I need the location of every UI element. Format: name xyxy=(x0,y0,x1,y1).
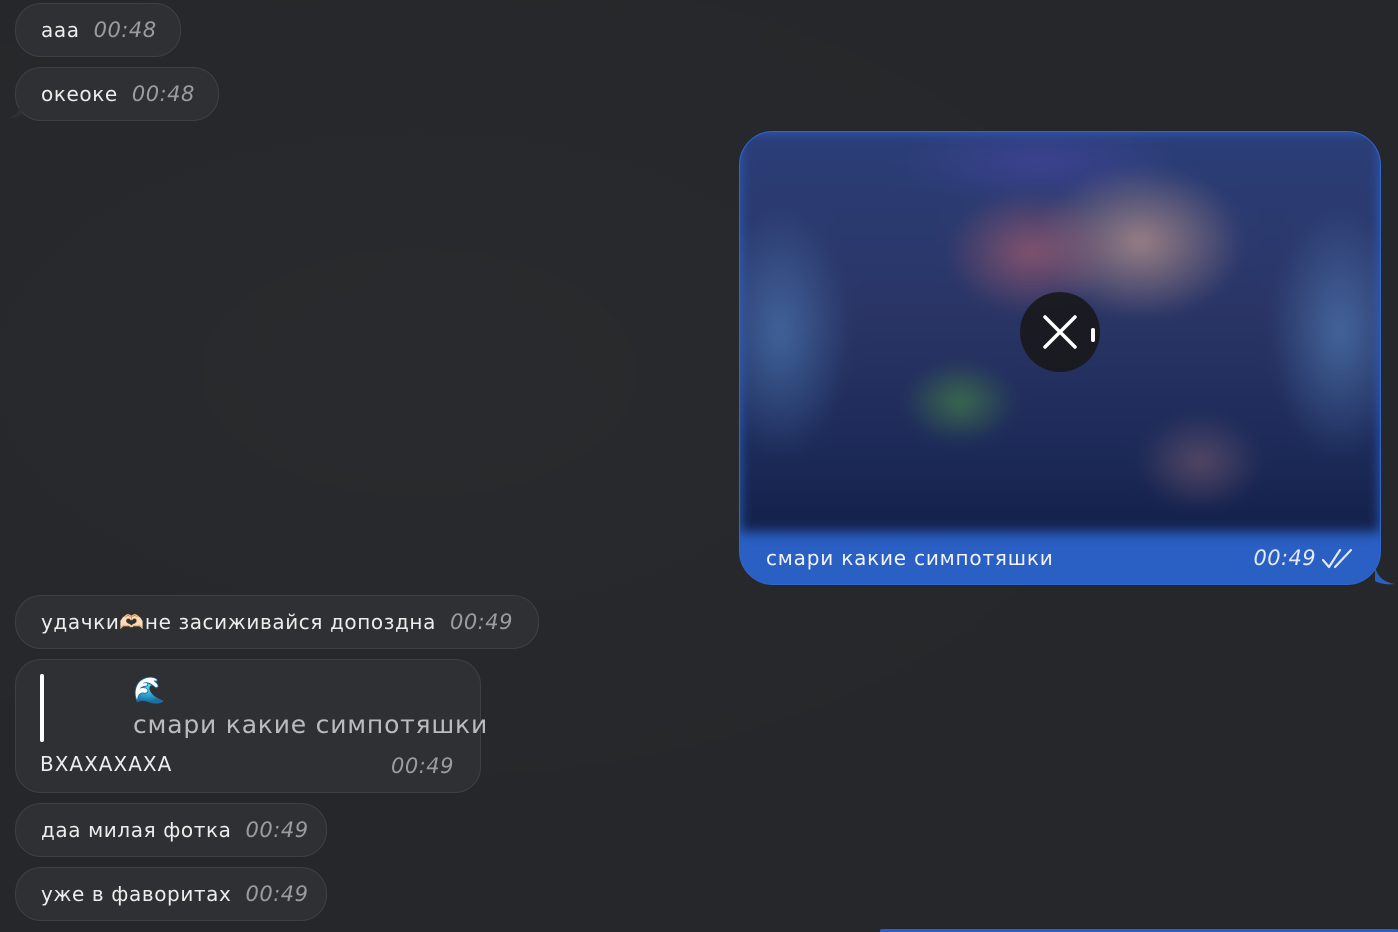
message-time: 00:49 xyxy=(449,610,513,634)
incoming-message[interactable]: ааа 00:48 xyxy=(15,3,181,57)
reply-quoted-text[interactable]: смари какие симпотяшки xyxy=(133,710,488,739)
incoming-message[interactable]: океоке 00:48 xyxy=(15,67,219,121)
close-icon xyxy=(1043,315,1077,349)
reply-quoted-emoji: 🌊 xyxy=(133,676,166,706)
cancel-download-button[interactable] xyxy=(1020,292,1100,372)
message-text: ааа xyxy=(41,18,80,42)
incoming-message[interactable]: даа милая фотка 00:49 xyxy=(15,803,327,857)
message-time: 00:48 xyxy=(93,18,157,42)
chat-history[interactable]: ааа 00:48 океоке 00:48 смари какие симпо… xyxy=(0,0,1398,932)
double-check-icon xyxy=(1322,548,1353,569)
message-text: удачки🫶🏻не засиживайся допоздна xyxy=(41,610,436,634)
photo-caption: смари какие симпотяшки xyxy=(766,546,1054,570)
bubble-tail xyxy=(4,104,22,119)
message-time: 00:49 xyxy=(245,818,309,842)
message-text: океоке xyxy=(41,82,118,106)
message-time: 00:49 xyxy=(390,754,454,778)
outgoing-photo-message[interactable]: смари какие симпотяшки 00:49 xyxy=(739,131,1381,585)
download-progress xyxy=(1091,328,1095,342)
message-text: ВХАХАХАХА xyxy=(40,752,173,776)
incoming-message[interactable]: уже в фаворитах 00:49 xyxy=(15,867,327,921)
message-time: 00:49 xyxy=(245,882,309,906)
message-text: даа милая фотка xyxy=(41,818,232,842)
message-time: 00:49 xyxy=(1253,546,1316,570)
incoming-reply-message[interactable]: 🌊 смари какие симпотяшки ВХАХАХАХА 00:49 xyxy=(15,659,487,793)
reply-quote-bar xyxy=(40,674,44,742)
message-time: 00:48 xyxy=(131,82,195,106)
incoming-message[interactable]: удачки🫶🏻не засиживайся допоздна 00:49 xyxy=(15,595,539,649)
message-text: уже в фаворитах xyxy=(41,882,232,906)
bubble-tail xyxy=(1375,566,1395,585)
